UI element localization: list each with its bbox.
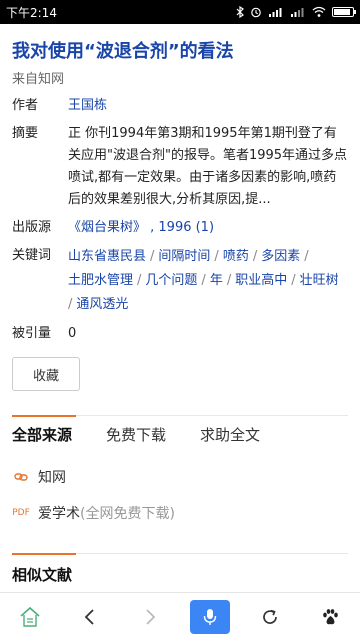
article-page: 我对使用“波退合剂”的看法 来自知网 作者 王国栋 摘要 正 你刊1994年第3…	[0, 24, 360, 592]
keyword-separator: /	[252, 249, 258, 264]
bluetooth-icon	[236, 6, 244, 18]
keyword-separator: /	[304, 249, 309, 264]
signal-2-icon	[291, 8, 304, 17]
home-icon	[20, 606, 40, 627]
browser-bottom-bar	[0, 592, 360, 640]
page-title: 我对使用“波退合剂”的看法	[12, 41, 234, 62]
back-button[interactable]	[68, 599, 112, 635]
forward-button[interactable]	[128, 599, 172, 635]
status-time: 下午2:14	[6, 5, 57, 20]
keyword-list: 山东省惠民县 / 间隔时间 / 喷药 / 多因素 / 土肥水管理 / 几个问题 / 年 / 职业高中 / 壮旺树…	[68, 245, 348, 317]
similar-section: 相似文献	[12, 553, 348, 585]
keyword-separator: /	[68, 297, 73, 312]
author-label: 作者	[12, 98, 39, 113]
keyword-link[interactable]: 间隔时间	[158, 245, 210, 269]
battery-icon	[332, 7, 356, 17]
keyword-separator: /	[150, 249, 155, 264]
keyword-link[interactable]: 多因素	[261, 245, 300, 269]
status-icons	[236, 6, 356, 18]
section-indicator	[12, 553, 76, 555]
cited-label: 被引量	[12, 326, 52, 341]
mic-icon	[203, 608, 217, 625]
source-name: 知网	[38, 470, 66, 486]
paw-icon	[323, 608, 338, 624]
keyword-link[interactable]: 几个问题	[145, 269, 197, 293]
tab-free-download[interactable]: 免费下载	[106, 424, 166, 445]
keyword-separator: /	[226, 273, 232, 288]
tab-all-sources[interactable]: 全部来源	[12, 424, 72, 445]
keyword-link[interactable]: 山东省惠民县	[68, 245, 146, 269]
refresh-button[interactable]	[248, 599, 292, 635]
link-icon	[12, 468, 30, 486]
source-list: 知网 PDF 爱学术 (全网免费下载)	[12, 459, 348, 531]
published-row: 出版源 《烟台果树》 , 1996 (1)	[12, 217, 348, 239]
favorite-button[interactable]: 收藏	[12, 357, 80, 391]
pdf-icon: PDF	[12, 508, 30, 518]
tab-request-fulltext[interactable]: 求助全文	[200, 424, 260, 445]
keyword-separator: /	[214, 249, 219, 264]
published-link[interactable]: 《烟台果树》 , 1996 (1)	[68, 217, 348, 239]
keyword-link[interactable]: 年	[210, 269, 223, 293]
keyword-link[interactable]: 土肥水管理	[68, 269, 133, 293]
abstract-row: 摘要 正 你刊1994年第3期和1995年第1期刊登了有关应用"波退合剂"的报导…	[12, 123, 348, 211]
keyword-separator: /	[291, 273, 296, 288]
keyword-separator: /	[201, 273, 206, 288]
refresh-icon	[263, 609, 277, 624]
published-label: 出版源	[12, 220, 52, 235]
signal-icon	[269, 8, 282, 17]
similar-title: 相似文献	[12, 566, 73, 584]
source-name: 爱学术	[38, 506, 80, 522]
abstract-text[interactable]: 正 你刊1994年第3期和1995年第1期刊登了有关应用"波退合剂"的报导。笔者…	[68, 123, 348, 211]
keywords-row: 关键词 山东省惠民县 / 间隔时间 / 喷药 / 多因素 / 土肥水管理 / 几个问题 / 年 / 职业高中…	[12, 245, 348, 317]
article-meta: 作者 王国栋 摘要 正 你刊1994年第3期和1995年第1期刊登了有关应用"波…	[0, 87, 360, 345]
source-line: 来自知网	[12, 72, 65, 87]
keywords-label: 关键词	[12, 248, 52, 263]
alarm-icon	[251, 7, 261, 18]
voice-search-button[interactable]	[188, 599, 232, 635]
source-item-ixueshu[interactable]: PDF 爱学术 (全网免费下载)	[12, 495, 348, 531]
status-bar: 下午2:14	[0, 0, 360, 24]
keyword-link[interactable]: 职业高中	[235, 269, 287, 293]
source-tabs: 全部来源 免费下载 求助全文	[12, 415, 348, 445]
tab-indicator	[12, 415, 76, 417]
author-link[interactable]: 王国栋	[68, 95, 348, 117]
author-row: 作者 王国栋	[12, 95, 348, 117]
source-note: (全网免费下载)	[80, 506, 175, 522]
home-button[interactable]	[8, 599, 52, 635]
baidu-button[interactable]	[308, 599, 352, 635]
keyword-link[interactable]: 喷药	[223, 245, 249, 269]
keyword-link[interactable]: 壮旺树	[300, 269, 339, 293]
back-icon	[84, 608, 94, 625]
abstract-label: 摘要	[12, 126, 39, 141]
cited-value: 0	[68, 326, 77, 341]
cited-row: 被引量 0	[12, 323, 348, 345]
forward-icon	[146, 608, 156, 625]
wifi-icon	[312, 6, 326, 17]
source-item-cnki[interactable]: 知网	[12, 459, 348, 495]
keyword-separator: /	[137, 273, 142, 288]
keyword-link[interactable]: 通风透光	[76, 293, 128, 317]
